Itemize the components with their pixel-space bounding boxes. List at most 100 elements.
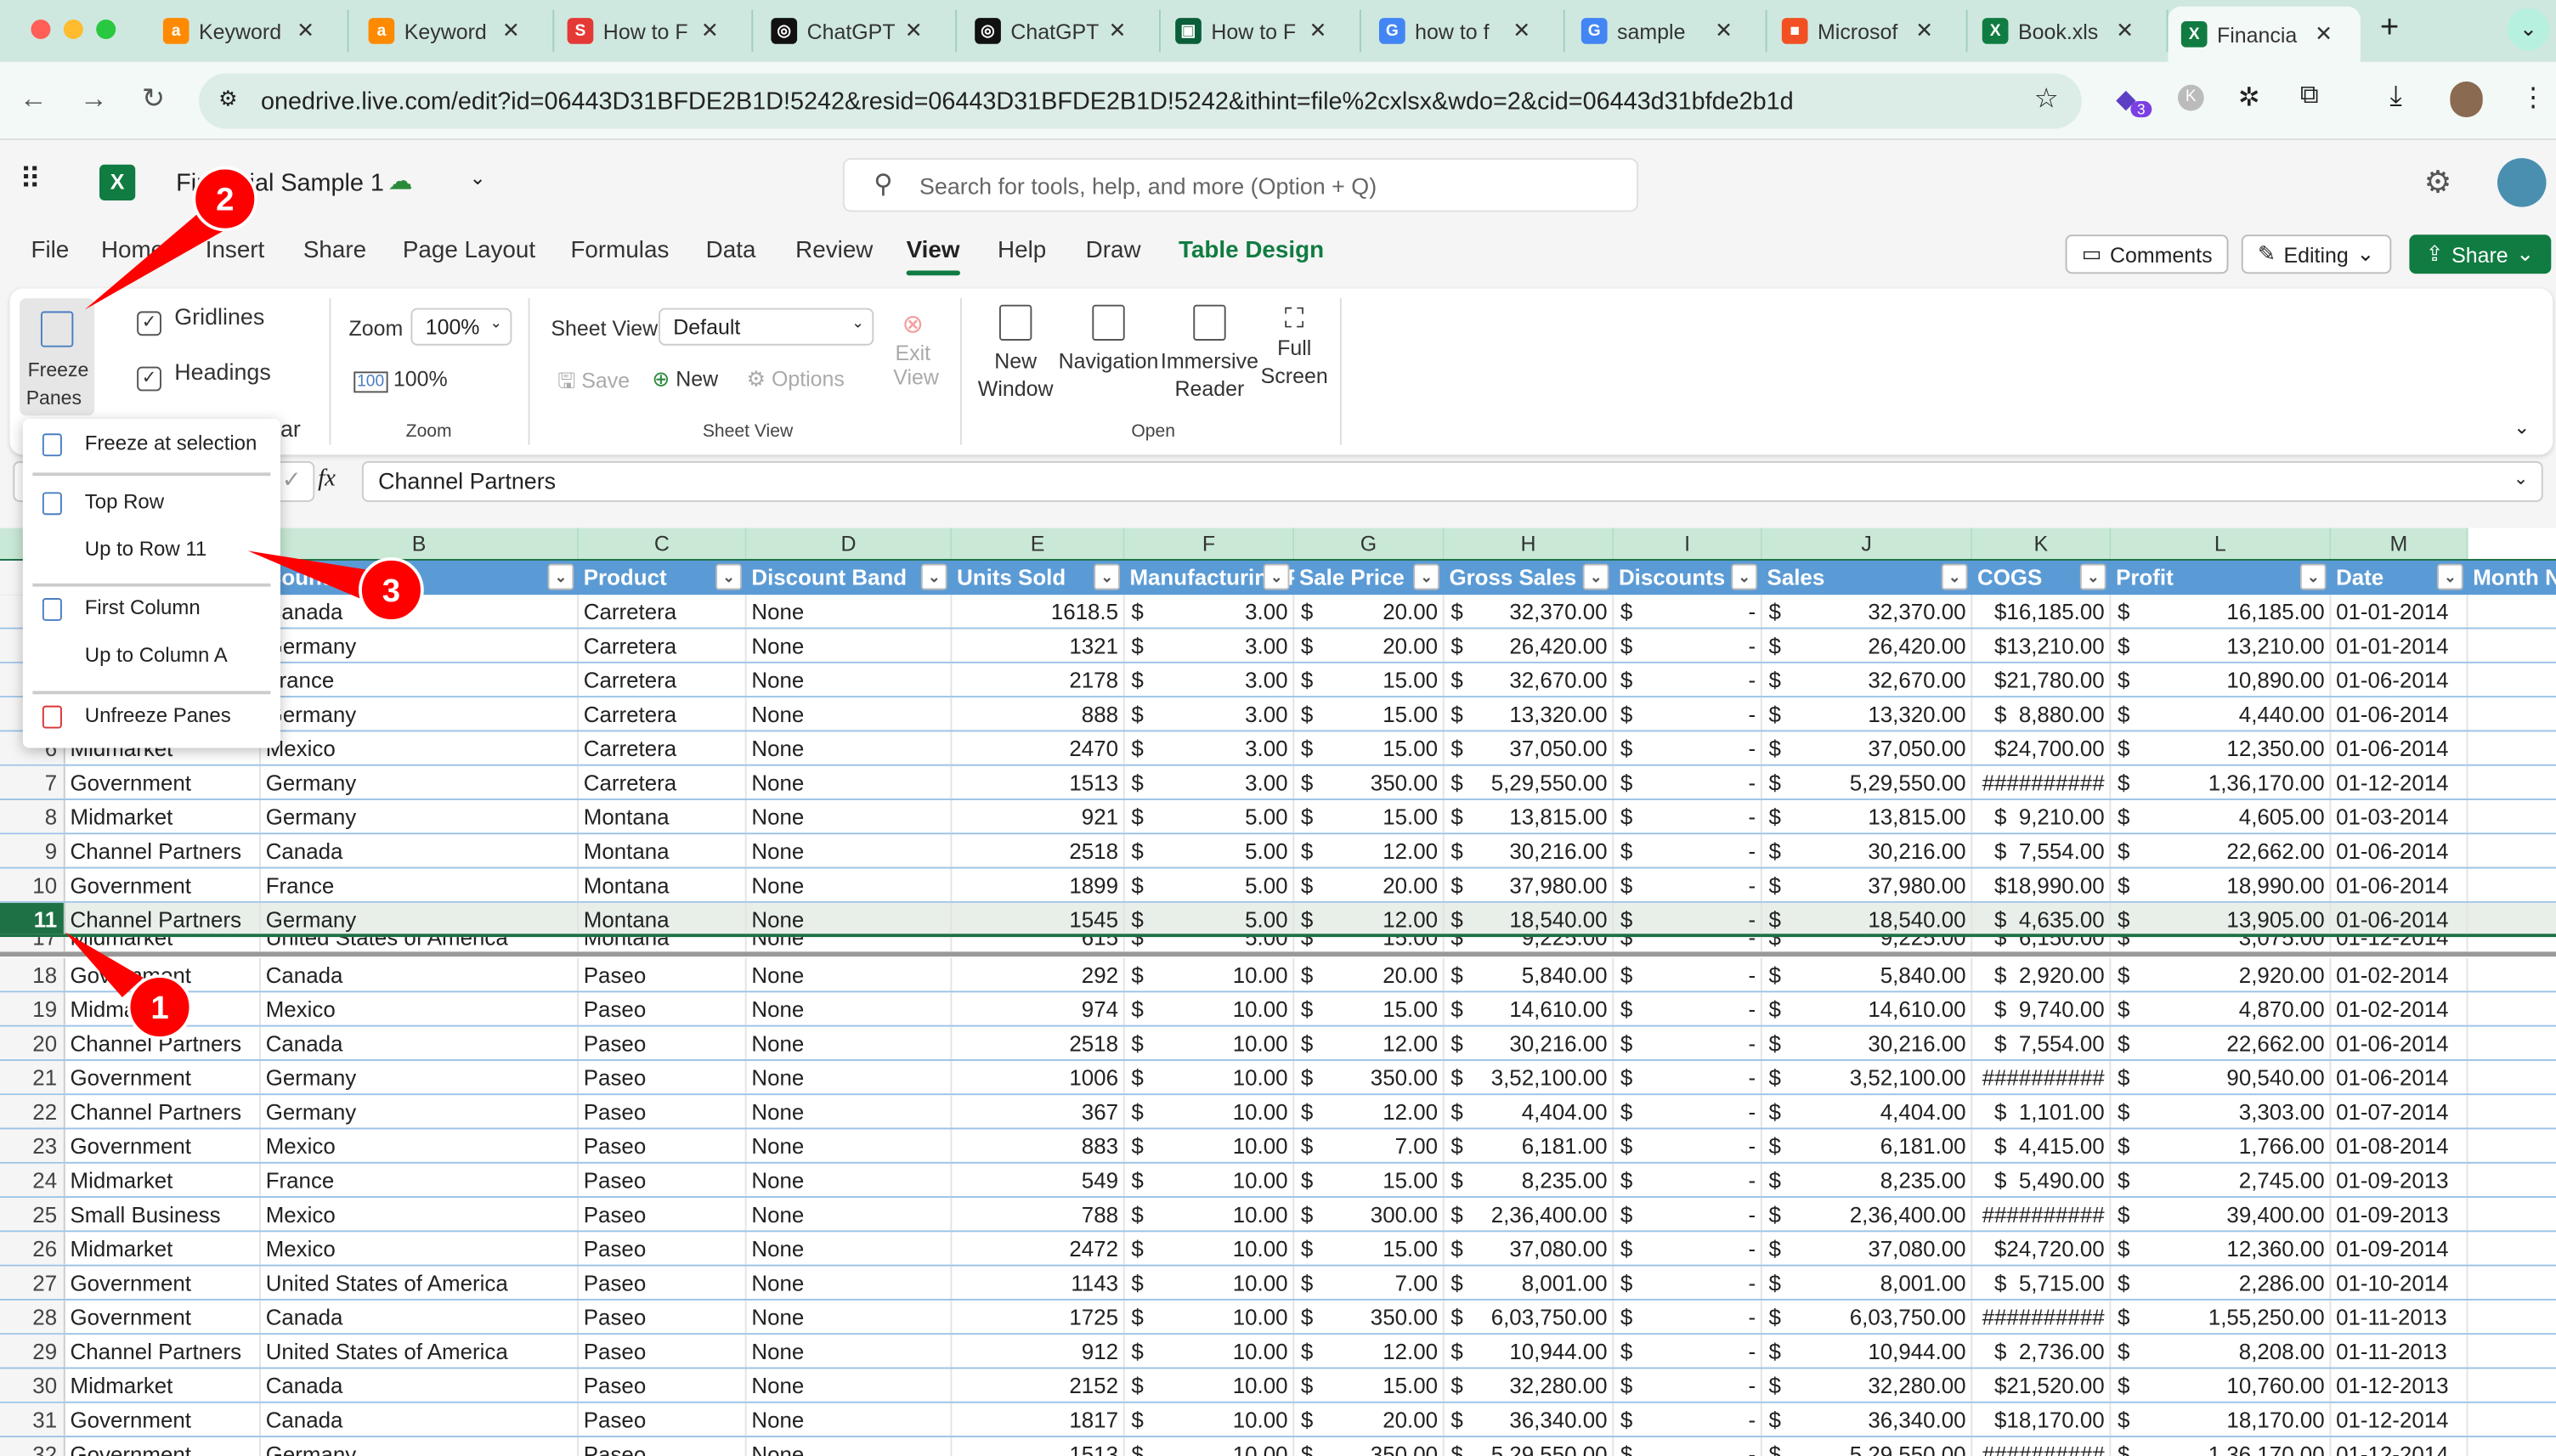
- cell[interactable]: Mexico: [261, 1198, 580, 1231]
- tab-close-icon[interactable]: ✕: [1915, 18, 1933, 44]
- cell[interactable]: 788: [952, 1198, 1125, 1231]
- cell[interactable]: 36,340.00: [1762, 1402, 1973, 1436]
- cell[interactable]: 300.00: [1294, 1198, 1445, 1231]
- cell[interactable]: None: [747, 1026, 953, 1059]
- cell[interactable]: 5.00: [1125, 799, 1295, 833]
- ribbon-tab-view[interactable]: View: [906, 238, 960, 276]
- cell[interactable]: 9,225.00: [1762, 937, 1973, 952]
- row-number[interactable]: 30: [0, 1369, 65, 1402]
- cell[interactable]: None: [747, 1266, 953, 1299]
- cell[interactable]: Government: [65, 1266, 261, 1299]
- cell[interactable]: Germany: [261, 765, 580, 799]
- cell[interactable]: 10,760.00: [2111, 1369, 2332, 1402]
- title-chevron-down-icon[interactable]: ⌄: [469, 166, 485, 189]
- cell[interactable]: 15.00: [1294, 731, 1445, 765]
- cell[interactable]: 22,662.00: [2111, 834, 2332, 867]
- cell[interactable]: 16,185.00: [2111, 595, 2332, 628]
- cell[interactable]: 37,050.00: [1445, 731, 1614, 765]
- cell[interactable]: Channel Partners: [65, 834, 261, 867]
- browser-tab[interactable]: Gsample ✕: [1569, 9, 1767, 53]
- cell[interactable]: 10.00: [1125, 1369, 1295, 1402]
- table-header-cell[interactable]: Manufacturing Price⌄: [1125, 561, 1294, 595]
- cell[interactable]: Germany: [261, 902, 580, 934]
- cell[interactable]: $ 2,920.00: [1972, 958, 2112, 991]
- cell[interactable]: Carretera: [579, 663, 747, 697]
- cell[interactable]: Government: [65, 1060, 261, 1094]
- row-number[interactable]: 18: [0, 958, 65, 991]
- cell[interactable]: Paseo: [579, 1026, 747, 1059]
- formula-input[interactable]: Channel Partners ⌄: [361, 460, 2543, 502]
- cell[interactable]: 3,303.00: [2111, 1095, 2332, 1128]
- cell[interactable]: 15.00: [1294, 1369, 1445, 1402]
- site-info-icon[interactable]: ⚙: [218, 87, 237, 113]
- filter-dropdown-icon[interactable]: ⌄: [1094, 563, 1120, 590]
- immersive-reader-button[interactable]: Immersive Reader: [1161, 304, 1258, 403]
- cell[interactable]: $24,720.00: [1972, 1232, 2112, 1265]
- filter-dropdown-icon[interactable]: ⌄: [2437, 563, 2463, 590]
- cell[interactable]: None: [747, 1163, 953, 1197]
- expand-chevron-icon[interactable]: ⌄: [2514, 468, 2529, 488]
- filter-dropdown-icon[interactable]: ⌄: [2299, 563, 2327, 590]
- cell[interactable]: 13,320.00: [1445, 697, 1614, 731]
- cell[interactable]: Canada: [261, 1402, 580, 1436]
- cell[interactable]: Paseo: [579, 1198, 747, 1231]
- cell[interactable]: 2518: [952, 1026, 1125, 1059]
- tab-close-icon[interactable]: ✕: [701, 18, 719, 44]
- table-header-cell[interactable]: Discounts ⌄: [1614, 561, 1762, 595]
- ribbon-tab-table-design[interactable]: Table Design: [1179, 238, 1324, 264]
- cell[interactable]: 01-06-2014: [2331, 1026, 2468, 1059]
- table-header-cell[interactable]: Month N: [2468, 561, 2556, 595]
- cell[interactable]: 01-07-2014: [2331, 1095, 2468, 1128]
- cell[interactable]: 37,980.00: [1762, 868, 1973, 901]
- cell[interactable]: 549: [952, 1163, 1125, 1197]
- cell[interactable]: $16,185.00: [1972, 595, 2112, 628]
- cell[interactable]: ##########: [1972, 1198, 2112, 1231]
- tab-close-icon[interactable]: ✕: [502, 18, 520, 44]
- cell[interactable]: Montana: [579, 902, 747, 934]
- cell[interactable]: 01-09-2013: [2331, 1198, 2468, 1231]
- cell[interactable]: Canada: [261, 595, 580, 628]
- cell[interactable]: 974: [952, 992, 1125, 1025]
- cell[interactable]: Mexico: [261, 992, 580, 1025]
- cell[interactable]: -: [1614, 1369, 1762, 1402]
- cell[interactable]: 26,420.00: [1762, 629, 1973, 662]
- cell[interactable]: None: [747, 992, 953, 1025]
- cell[interactable]: 5,29,550.00: [1445, 765, 1614, 799]
- cell[interactable]: 26,420.00: [1445, 629, 1614, 662]
- cell[interactable]: $ 7,554.00: [1972, 1026, 2112, 1059]
- cell[interactable]: 20.00: [1294, 629, 1445, 662]
- reload-icon[interactable]: ↻: [142, 83, 165, 116]
- cell[interactable]: -: [1614, 1266, 1762, 1299]
- cell[interactable]: 1143: [952, 1266, 1125, 1299]
- search-box[interactable]: ⚲ Search for tools, help, and more (Opti…: [842, 158, 1638, 212]
- cell[interactable]: 37,080.00: [1762, 1232, 1973, 1265]
- cell[interactable]: 1,766.00: [2111, 1129, 2332, 1162]
- tab-close-icon[interactable]: ✕: [2116, 18, 2134, 44]
- cell[interactable]: 1,55,250.00: [2111, 1300, 2332, 1334]
- cell[interactable]: 1006: [952, 1060, 1125, 1094]
- cell[interactable]: None: [747, 834, 953, 867]
- cell[interactable]: -: [1614, 629, 1762, 662]
- enter-check-icon[interactable]: ✓: [282, 466, 302, 494]
- cell[interactable]: Channel Partners: [65, 902, 261, 934]
- cell[interactable]: 37,080.00: [1445, 1232, 1614, 1265]
- cell[interactable]: 5.00: [1125, 902, 1295, 934]
- table-header-cell[interactable]: Country ⌄: [261, 561, 579, 595]
- cell[interactable]: 2518: [952, 834, 1125, 867]
- column-header-M[interactable]: M: [2331, 528, 2468, 560]
- cell[interactable]: 5.00: [1125, 868, 1295, 901]
- cell[interactable]: 01-09-2014: [2331, 1232, 2468, 1265]
- cell[interactable]: 20.00: [1294, 595, 1445, 628]
- cell[interactable]: 18,990.00: [2111, 868, 2332, 901]
- cell[interactable]: 01-01-2014: [2331, 595, 2468, 628]
- column-header-J[interactable]: J: [1761, 528, 1973, 560]
- cell[interactable]: 2,745.00: [2111, 1163, 2332, 1197]
- zoom-100-button[interactable]: 100 100%: [353, 367, 448, 393]
- cell[interactable]: 4,870.00: [2111, 992, 2332, 1025]
- user-avatar[interactable]: [2497, 158, 2547, 207]
- cell[interactable]: Germany: [261, 1437, 580, 1456]
- cell[interactable]: 32,670.00: [1445, 663, 1614, 697]
- cell[interactable]: Government: [65, 765, 261, 799]
- cell[interactable]: 01-06-2014: [2331, 868, 2468, 901]
- cell[interactable]: $21,780.00: [1972, 663, 2112, 697]
